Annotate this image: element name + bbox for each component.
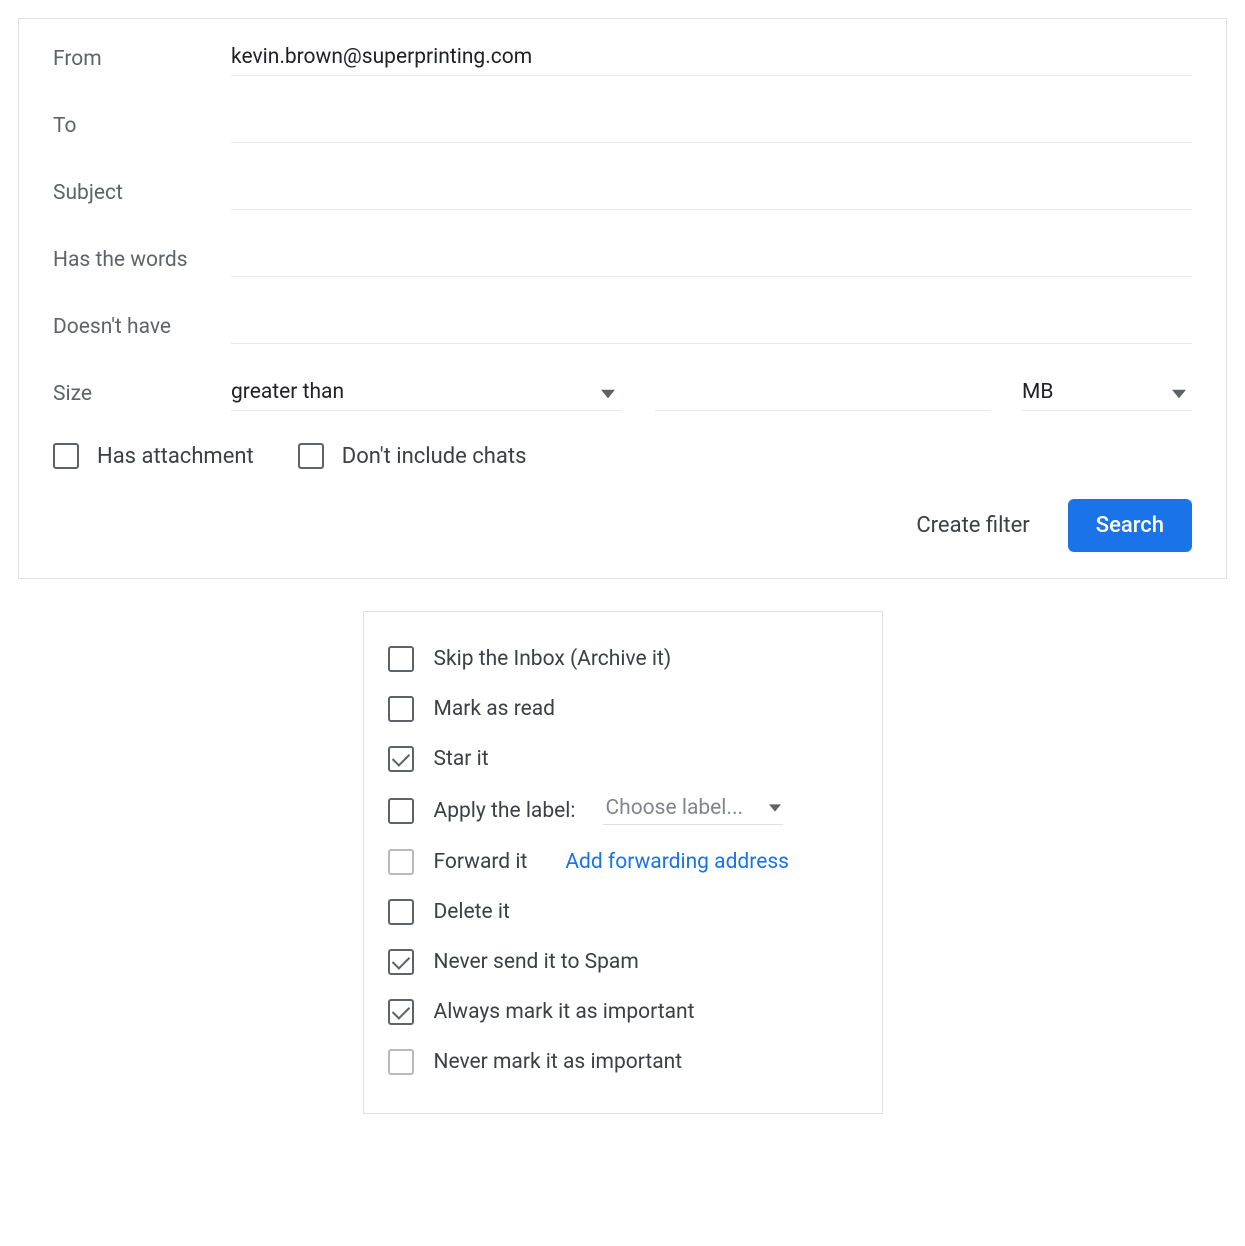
to-input[interactable] [231, 108, 1192, 143]
filter-form-panel: From To Subject Has the words Doesn't ha… [18, 18, 1227, 579]
apply-label-label: Apply the label: [434, 799, 576, 823]
option-mark-read: Mark as read [388, 684, 858, 734]
size-operator-select[interactable]: greater than [231, 376, 621, 411]
subject-input[interactable] [231, 175, 1192, 210]
delete-it-label: Delete it [434, 900, 510, 924]
delete-it-checkbox[interactable] [388, 899, 414, 925]
no-chats-label: Don't include chats [342, 444, 527, 469]
always-important-label: Always mark it as important [434, 1000, 695, 1024]
from-row: From [53, 41, 1192, 76]
has-words-label: Has the words [53, 248, 231, 272]
caret-down-icon [769, 802, 781, 814]
choose-label-select[interactable]: Choose label... [603, 796, 783, 825]
never-spam-label: Never send it to Spam [434, 950, 639, 974]
create-filter-button[interactable]: Create filter [912, 505, 1033, 546]
add-forwarding-link[interactable]: Add forwarding address [565, 850, 789, 874]
option-forward-it: Forward it Add forwarding address [388, 837, 858, 887]
apply-label-checkbox[interactable] [388, 798, 414, 824]
filter-actions-panel: Skip the Inbox (Archive it) Mark as read… [363, 611, 883, 1114]
from-input[interactable] [231, 41, 1192, 76]
choose-label-text: Choose label... [605, 796, 743, 820]
to-label: To [53, 114, 231, 138]
mark-read-label: Mark as read [434, 697, 556, 721]
doesnt-have-input[interactable] [231, 309, 1192, 344]
no-chats-checkbox[interactable] [298, 443, 324, 469]
never-spam-checkbox[interactable] [388, 949, 414, 975]
option-delete-it: Delete it [388, 887, 858, 937]
extra-options-row: Has attachment Don't include chats [53, 443, 1192, 469]
doesnt-have-label: Doesn't have [53, 315, 231, 339]
no-chats-option: Don't include chats [298, 443, 527, 469]
has-attachment-label: Has attachment [97, 444, 254, 469]
has-attachment-checkbox[interactable] [53, 443, 79, 469]
mark-read-checkbox[interactable] [388, 696, 414, 722]
forward-it-label: Forward it [434, 850, 528, 874]
subject-label: Subject [53, 181, 231, 205]
size-operator-value: greater than [231, 376, 621, 411]
from-label: From [53, 47, 231, 71]
size-unit-select[interactable]: MB [1022, 376, 1192, 411]
size-value-input[interactable] [655, 376, 990, 411]
option-star-it: Star it [388, 734, 858, 784]
star-it-checkbox[interactable] [388, 746, 414, 772]
skip-inbox-checkbox[interactable] [388, 646, 414, 672]
skip-inbox-label: Skip the Inbox (Archive it) [434, 647, 672, 671]
subject-row: Subject [53, 175, 1192, 210]
has-attachment-option: Has attachment [53, 443, 254, 469]
has-words-input[interactable] [231, 242, 1192, 277]
forward-it-checkbox[interactable] [388, 849, 414, 875]
size-row: Size greater than MB [53, 376, 1192, 411]
to-row: To [53, 108, 1192, 143]
star-it-label: Star it [434, 747, 489, 771]
never-important-label: Never mark it as important [434, 1050, 683, 1074]
option-apply-label: Apply the label: Choose label... [388, 784, 858, 837]
option-never-important: Never mark it as important [388, 1037, 858, 1087]
option-never-spam: Never send it to Spam [388, 937, 858, 987]
option-skip-inbox: Skip the Inbox (Archive it) [388, 634, 858, 684]
size-unit-value: MB [1022, 376, 1192, 411]
search-button[interactable]: Search [1068, 499, 1192, 552]
option-always-important: Always mark it as important [388, 987, 858, 1037]
has-words-row: Has the words [53, 242, 1192, 277]
form-actions: Create filter Search [53, 499, 1192, 552]
never-important-checkbox[interactable] [388, 1049, 414, 1075]
always-important-checkbox[interactable] [388, 999, 414, 1025]
doesnt-have-row: Doesn't have [53, 309, 1192, 344]
size-label: Size [53, 382, 231, 406]
